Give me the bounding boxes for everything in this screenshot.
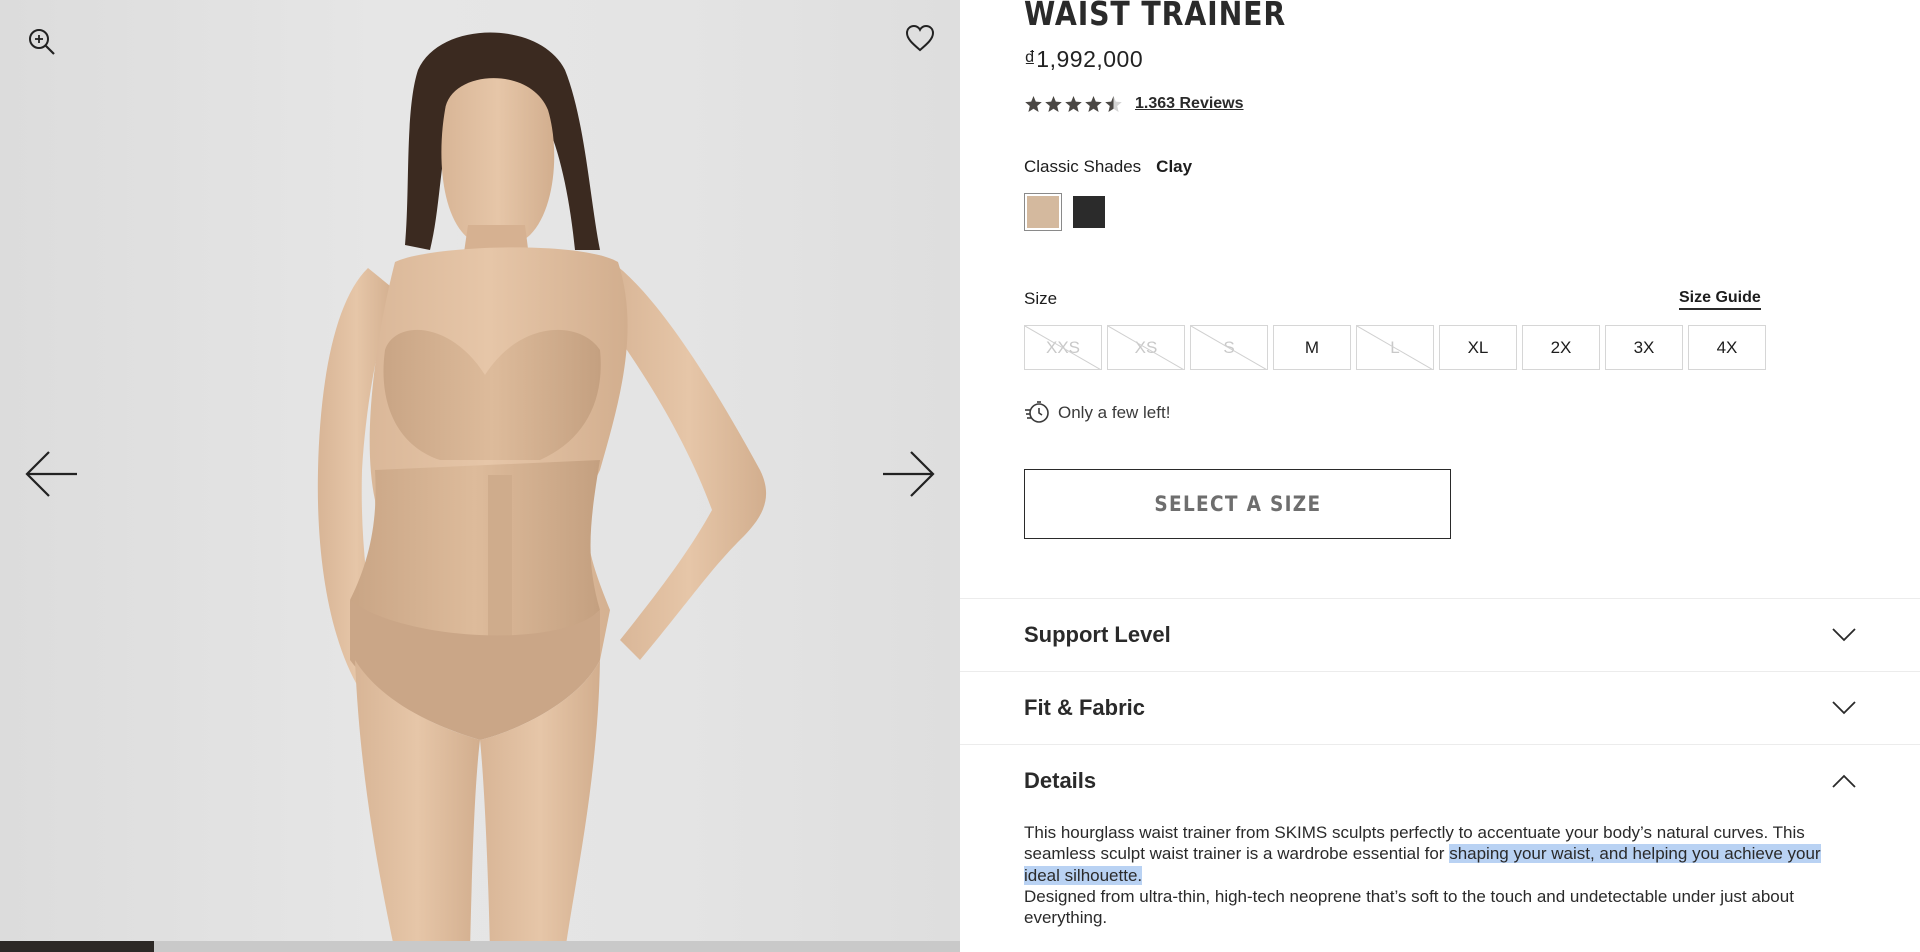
clock-fast-icon: [1025, 401, 1049, 423]
shade-row: Classic Shades Clay: [1024, 157, 1192, 177]
accordion-details[interactable]: Details: [960, 744, 1920, 817]
star-icon: [1065, 95, 1082, 112]
swatch-color: [1073, 196, 1105, 228]
size-option-label: 3X: [1633, 337, 1655, 357]
unavailable-slash-icon: [1108, 326, 1184, 369]
accordion-title: Fit & Fabric: [1024, 695, 1146, 720]
color-swatch[interactable]: [1070, 193, 1108, 231]
arrow-left-icon[interactable]: [24, 448, 80, 500]
gallery-progress-bar: [0, 941, 960, 952]
product-photo: [317, 32, 767, 952]
select-size-button[interactable]: SELECT A SIZE: [1024, 469, 1451, 539]
shade-label: Classic Shades: [1024, 157, 1142, 176]
size-option-label: 2X: [1550, 337, 1572, 357]
zoom-in-icon[interactable]: [24, 24, 60, 60]
chevron-down-icon: [1832, 701, 1856, 715]
details-description: This hourglass waist trainer from SKIMS …: [1024, 822, 1854, 928]
size-option-m[interactable]: M: [1273, 325, 1351, 370]
details-text-part2: Designed from ultra-thin, high-tech neop…: [1024, 886, 1794, 928]
color-swatch[interactable]: [1024, 193, 1062, 231]
swatch-color: [1027, 196, 1059, 228]
stock-message: Only a few left!: [1058, 403, 1171, 422]
accordion-support-level[interactable]: Support Level: [960, 598, 1920, 671]
accordion-header[interactable]: Support Level: [960, 599, 1920, 671]
size-option-3x[interactable]: 3X: [1605, 325, 1683, 370]
size-option-s[interactable]: S: [1190, 325, 1268, 370]
size-guide-link[interactable]: Size Guide: [1679, 289, 1761, 310]
reviews-link[interactable]: 1.363 Reviews: [1135, 95, 1244, 113]
size-options: XXS XS S M L XL 2X 3X 4X: [1024, 325, 1766, 370]
size-option-xs[interactable]: XS: [1107, 325, 1185, 370]
size-option-l[interactable]: L: [1356, 325, 1434, 370]
star-icon: [1025, 95, 1042, 112]
accordion-fit-fabric[interactable]: Fit & Fabric: [960, 671, 1920, 744]
size-label: Size: [1024, 289, 1058, 308]
chevron-down-icon: [1832, 628, 1856, 642]
star-rating: [1024, 95, 1123, 114]
accordion-header[interactable]: Fit & Fabric: [960, 672, 1920, 744]
chevron-up-icon: [1832, 774, 1856, 788]
arrow-right-icon[interactable]: [880, 448, 936, 500]
star-icon: [1085, 95, 1102, 112]
heart-icon[interactable]: [900, 20, 940, 56]
unavailable-slash-icon: [1191, 326, 1267, 369]
accordion-title: Details: [1024, 768, 1097, 793]
size-option-4x[interactable]: 4X: [1688, 325, 1766, 370]
product-price: ₫1,992,000: [1024, 46, 1144, 72]
accordion-title: Support Level: [1024, 622, 1171, 647]
product-image-gallery[interactable]: [0, 0, 960, 952]
star-icon: [1105, 95, 1122, 112]
gallery-progress-fill: [0, 941, 154, 952]
product-title: WAIST TRAINER: [1024, 0, 1287, 33]
unavailable-slash-icon: [1357, 326, 1433, 369]
size-option-xl[interactable]: XL: [1439, 325, 1517, 370]
shade-selected-value: Clay: [1156, 157, 1193, 176]
color-swatches: [1024, 193, 1108, 231]
product-rating: 1.363 Reviews: [1024, 92, 1244, 116]
size-option-xxs[interactable]: XXS: [1024, 325, 1102, 370]
size-option-label: M: [1304, 337, 1320, 357]
unavailable-slash-icon: [1025, 326, 1101, 369]
size-option-label: XL: [1467, 337, 1489, 357]
select-size-label: SELECT A SIZE: [1153, 492, 1322, 516]
stock-notice: Only a few left!: [1024, 400, 1170, 426]
accordion-header[interactable]: Details: [960, 745, 1920, 817]
star-icon: [1045, 95, 1062, 112]
size-option-label: 4X: [1716, 337, 1738, 357]
product-details-panel: WAIST TRAINER ₫1,992,000 1.363 Reviews C…: [960, 0, 1920, 952]
size-option-2x[interactable]: 2X: [1522, 325, 1600, 370]
